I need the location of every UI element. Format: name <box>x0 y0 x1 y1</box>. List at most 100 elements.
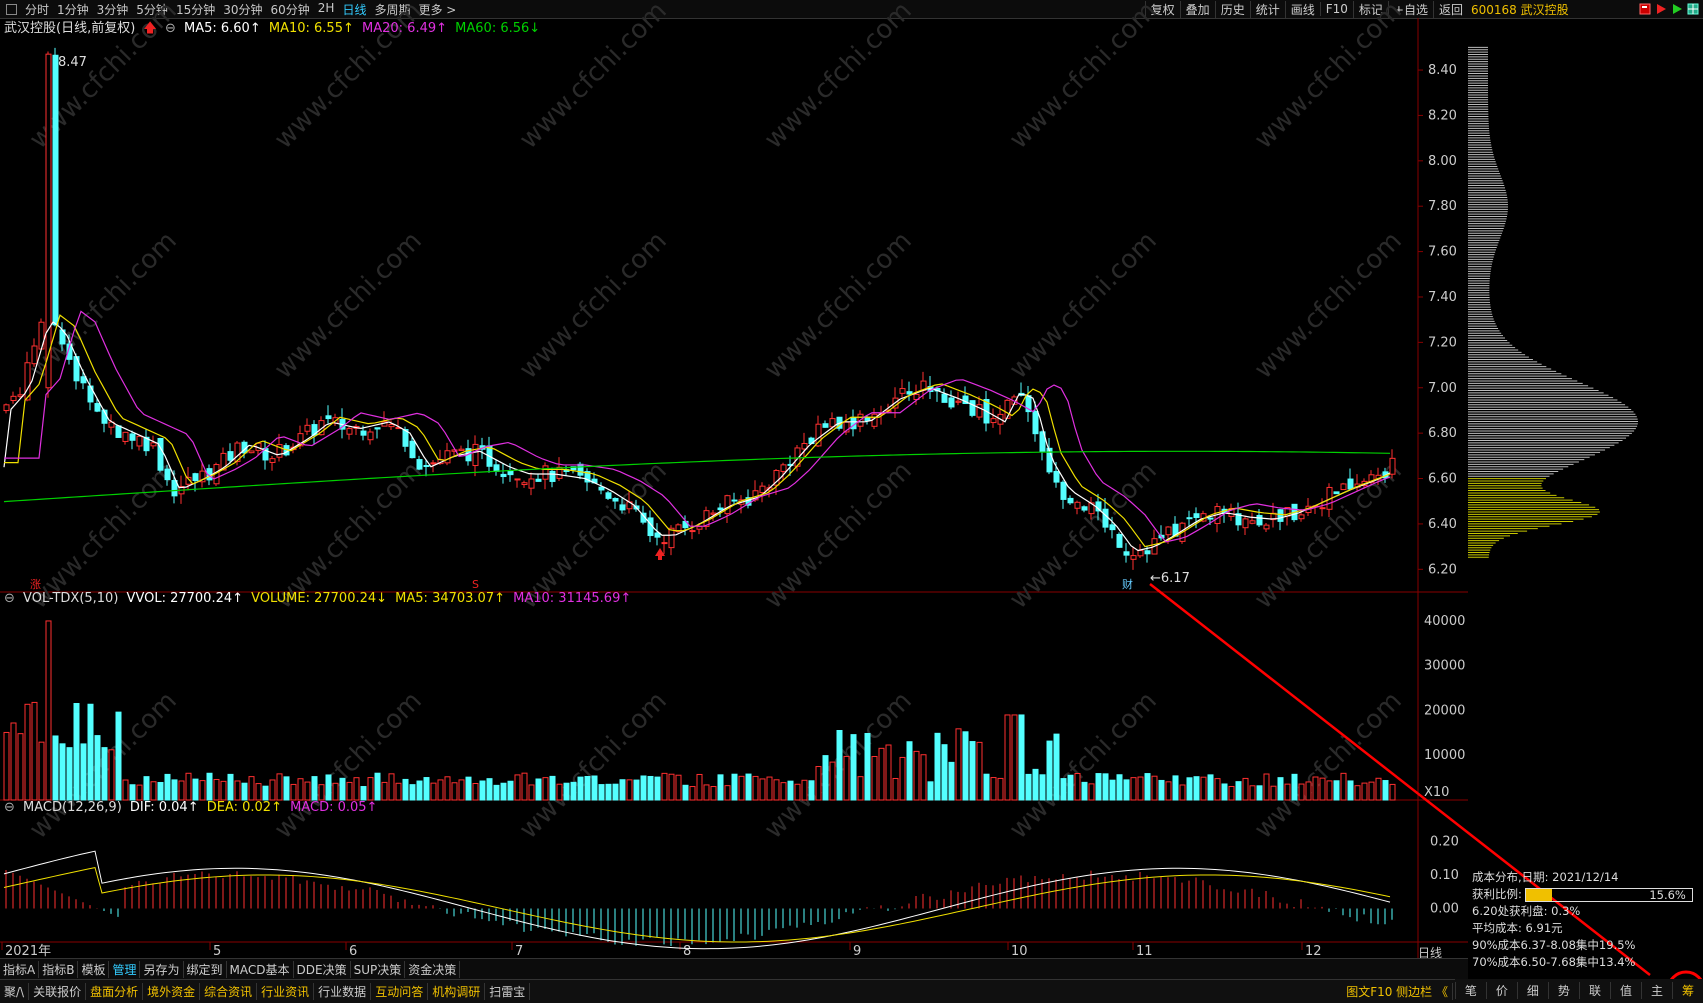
circle-icon[interactable]: ⊖ <box>4 800 15 815</box>
kline-chart[interactable]: 8.40 8.20 8.00 7.80 7.60 7.40 7.20 7.00 6.80 6.60… <box>0 0 1703 1002</box>
side-tab-5[interactable]: 值 <box>1609 982 1641 999</box>
candle <box>731 499 738 502</box>
volume-tick-label: X10 <box>1424 785 1449 800</box>
profit-value: 15.6% <box>1649 887 1686 902</box>
candle <box>507 470 514 476</box>
watermark-text: www.cfchi.com <box>269 226 428 385</box>
volume-bar <box>948 761 955 801</box>
volume-bar <box>829 761 836 801</box>
volume-bar <box>227 773 234 801</box>
price-tick-label: 6.80 <box>1428 426 1457 441</box>
volume-bar <box>241 782 248 801</box>
volume-bar <box>703 784 710 801</box>
side-tab-7[interactable]: 筹 <box>1671 982 1703 999</box>
bottom-tab-1[interactable]: 关联报价 <box>29 983 87 1000</box>
volume-bar <box>1060 778 1067 801</box>
candle <box>1340 483 1347 491</box>
indicator-tab-1[interactable]: 指标B <box>39 960 79 978</box>
bottom-tab-4[interactable]: 综合资讯 <box>200 983 258 1000</box>
arrow-up-icon: 🡅 <box>143 21 157 36</box>
volume-bar <box>1053 733 1060 801</box>
volume-bar <box>612 783 619 801</box>
indicator-tab-4[interactable]: 另存为 <box>140 960 184 978</box>
cost-line3: 90%成本6.37-8.08集中19.5% <box>1472 938 1636 952</box>
profit-label: 获利比例: <box>1472 887 1522 901</box>
volume-bar <box>143 776 150 801</box>
side-panel-toggle[interactable]: 图文F10 侧边栏 《 <box>1342 983 1453 1000</box>
indicator-tab-5[interactable]: 绑定到 <box>184 960 227 978</box>
bottom-tab-9[interactable]: 扫雷宝 <box>485 983 531 1000</box>
candle <box>864 416 871 422</box>
low-price-label: ←6.17 <box>1150 571 1190 586</box>
volume-bar <box>318 784 325 801</box>
date-tick-label: 8 <box>683 944 691 959</box>
volume-bar <box>332 782 339 801</box>
volume-bar <box>836 729 843 801</box>
volume-bar <box>563 782 570 801</box>
chart-title: 武汉控股(日线,前复权) <box>4 21 136 36</box>
candle <box>1060 481 1067 500</box>
side-tab-6[interactable]: 主 <box>1640 982 1672 999</box>
volume-bar <box>591 775 598 801</box>
bottom-tab-8[interactable]: 机构调研 <box>428 983 486 1000</box>
indicator-tab-6[interactable]: MACD基本 <box>227 960 294 978</box>
macd-label: MACD: 0.05↑ <box>290 800 378 815</box>
side-tab-2[interactable]: 细 <box>1516 982 1548 999</box>
candle <box>612 497 619 502</box>
watermark-text: www.cfchi.com <box>759 0 918 155</box>
price-tick-label: 7.00 <box>1428 381 1457 396</box>
bottom-tab-3[interactable]: 境外资金 <box>143 983 201 1000</box>
bottom-tab-0[interactable]: 聚/\ <box>0 983 30 1000</box>
volume-bar <box>1095 773 1102 801</box>
indicator-tab-9[interactable]: 资金决策 <box>405 960 461 978</box>
candle <box>1116 533 1123 548</box>
volume-bar <box>584 775 591 801</box>
candle <box>696 526 703 530</box>
side-tab-3[interactable]: 势 <box>1547 982 1579 999</box>
volume-bar <box>913 750 920 801</box>
candle <box>10 395 17 402</box>
volume-bar <box>276 773 283 801</box>
indicator-tab-2[interactable]: 模板 <box>78 960 110 978</box>
volume-bar <box>1361 782 1368 801</box>
candle <box>661 542 668 545</box>
volume-bar <box>486 778 493 801</box>
candle <box>955 400 962 403</box>
volume-bar <box>759 778 766 801</box>
circle-icon[interactable]: ⊖ <box>4 591 15 606</box>
volume-bar <box>514 774 521 801</box>
indicator-tab-7[interactable]: DDE决策 <box>294 960 351 978</box>
volume-bar <box>682 784 689 801</box>
side-tab-0[interactable]: 笔 <box>1454 982 1486 999</box>
volume-bar <box>920 754 927 801</box>
side-tab-4[interactable]: 联 <box>1578 982 1610 999</box>
volume-bar <box>1130 777 1137 801</box>
volume-bar <box>549 775 556 801</box>
zhang-marker: 涨 <box>30 578 41 591</box>
candle <box>1130 555 1137 560</box>
volume-bar <box>1214 778 1221 801</box>
side-tab-1[interactable]: 价 <box>1485 982 1517 999</box>
bottom-tab-7[interactable]: 互动问答 <box>371 983 429 1000</box>
volume-bar <box>1312 776 1319 801</box>
volume-bar <box>724 785 731 801</box>
volume-bar <box>983 773 990 801</box>
ma5-line <box>3 321 1391 552</box>
volume-bar <box>675 774 682 801</box>
volume-bar <box>521 772 528 801</box>
candle <box>1242 518 1249 529</box>
indicator-tab-0[interactable]: 指标A <box>0 960 40 978</box>
volume-bar <box>1025 773 1032 801</box>
volume-bar <box>598 784 605 801</box>
indicator-tab-3[interactable]: 管理 <box>109 960 141 978</box>
volume-bar <box>885 744 892 801</box>
circle-icon[interactable]: ⊖ <box>165 21 176 36</box>
indicator-tab-8[interactable]: SUP决策 <box>351 960 406 978</box>
volume-bar <box>1165 781 1172 801</box>
volume-bar <box>1326 780 1333 801</box>
bottom-tab-2[interactable]: 盘面分析 <box>86 983 144 1000</box>
bottom-tab-5[interactable]: 行业资讯 <box>257 983 315 1000</box>
volume-bar <box>528 784 535 801</box>
candle <box>577 463 584 476</box>
bottom-tab-6[interactable]: 行业数据 <box>314 983 372 1000</box>
